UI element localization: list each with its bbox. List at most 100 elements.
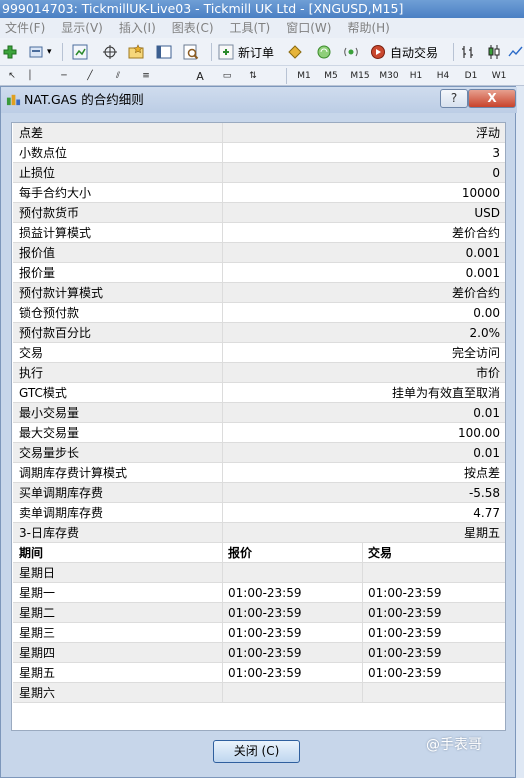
drawing-toolbar: ↖ │ ─ ╱ ⫽ ≡ A ▭ ⇅ M1 M5 M15 M30 H1 H4 D1… bbox=[0, 66, 524, 86]
spec-label: 交易 bbox=[19, 346, 44, 360]
column-divider bbox=[222, 263, 223, 283]
spec-row: 3-日库存费 星期五 bbox=[13, 523, 505, 543]
text-label-icon: ▭ bbox=[222, 71, 232, 81]
channel-tool[interactable]: ⫽ bbox=[112, 69, 124, 84]
session-row: 星期六 bbox=[13, 683, 505, 703]
spec-label: 预付款百分比 bbox=[19, 326, 92, 340]
trendline-tool[interactable]: ╱ bbox=[84, 69, 96, 84]
menu-insert[interactable]: 插入(I) bbox=[111, 18, 164, 38]
menu-tools[interactable]: 工具(T) bbox=[222, 18, 279, 38]
new-chart-icon bbox=[3, 45, 17, 59]
session-day: 星期二 bbox=[19, 606, 56, 620]
dialog-title-bar[interactable]: NAT.GAS 的合约细则 ? X bbox=[1, 87, 517, 113]
column-divider bbox=[222, 423, 223, 443]
fibonacci-tool[interactable]: ≡ bbox=[138, 69, 154, 84]
spec-row: 小数点位 3 bbox=[13, 143, 505, 163]
candlestick-button[interactable] bbox=[486, 42, 502, 62]
terminal-button[interactable] bbox=[156, 42, 172, 62]
spec-value: 0.01 bbox=[473, 446, 500, 460]
session-trade bbox=[368, 563, 503, 583]
session-row: 星期二 01:00-23:59 01:00-23:59 bbox=[13, 603, 505, 623]
session-header-row: 期间 报价 交易 bbox=[13, 543, 505, 563]
metaeditor-button[interactable] bbox=[287, 42, 303, 62]
column-divider bbox=[222, 623, 223, 643]
spec-label: 预付款计算模式 bbox=[19, 286, 104, 300]
timeframe-w1[interactable]: W1 bbox=[490, 69, 508, 84]
channel-icon: ⫽ bbox=[115, 71, 120, 81]
spec-value: 4.77 bbox=[473, 506, 500, 520]
spec-label: 买单调期库存费 bbox=[19, 486, 104, 500]
timeframe-h4[interactable]: H4 bbox=[435, 69, 451, 84]
spec-label: 小数点位 bbox=[19, 146, 68, 160]
spec-row: 点差 浮动 bbox=[13, 123, 505, 143]
timeframe-m30[interactable]: M30 bbox=[378, 69, 400, 84]
session-day: 星期六 bbox=[19, 686, 56, 700]
cursor-tool[interactable]: ↖ bbox=[6, 69, 18, 84]
profiles-dropdown[interactable]: ▾ bbox=[47, 42, 52, 62]
help-button[interactable]: ? bbox=[440, 89, 468, 108]
spec-row: 交易 完全访问 bbox=[13, 343, 505, 363]
spec-value: 差价合约 bbox=[451, 286, 500, 300]
timeframe-d1[interactable]: D1 bbox=[463, 69, 479, 84]
signals-button[interactable] bbox=[343, 42, 359, 62]
column-divider bbox=[222, 443, 223, 463]
community-button[interactable] bbox=[316, 42, 332, 62]
horizontal-line-tool[interactable]: ─ bbox=[58, 69, 70, 84]
column-divider bbox=[222, 523, 223, 543]
new-order-label: 新订单 bbox=[238, 45, 275, 60]
timeframe-m15[interactable]: M15 bbox=[349, 69, 371, 84]
menu-charts[interactable]: 图表(C) bbox=[164, 18, 222, 38]
bar-chart-button[interactable] bbox=[460, 42, 476, 62]
spec-label: 每手合约大小 bbox=[19, 186, 92, 200]
spec-label: 执行 bbox=[19, 366, 44, 380]
market-watch-button[interactable] bbox=[72, 42, 88, 62]
spec-value: 差价合约 bbox=[451, 226, 500, 240]
timeframe-m5[interactable]: M5 bbox=[322, 69, 340, 84]
vertical-line-tool[interactable]: │ bbox=[24, 69, 36, 84]
arrows-tool[interactable]: ⇅ bbox=[246, 69, 260, 84]
spec-label: 预付款货币 bbox=[19, 206, 80, 220]
text-label-tool[interactable]: ▭ bbox=[220, 69, 234, 84]
auto-trading-button[interactable]: 自动交易 bbox=[370, 42, 438, 62]
session-quote: 01:00-23:59 bbox=[228, 586, 302, 600]
spec-value: 0.001 bbox=[465, 266, 500, 280]
session-quote bbox=[228, 563, 363, 583]
spec-row: 报价值 0.001 bbox=[13, 243, 505, 263]
text-tool[interactable]: A bbox=[194, 69, 206, 84]
separator bbox=[453, 43, 454, 61]
close-window-button[interactable]: X bbox=[468, 89, 516, 108]
session-trade: 01:00-23:59 bbox=[368, 586, 442, 600]
watermark: @手表哥 bbox=[426, 737, 482, 753]
spec-label: 报价量 bbox=[19, 266, 56, 280]
spec-value: 3 bbox=[492, 146, 500, 160]
menu-help[interactable]: 帮助(H) bbox=[339, 18, 397, 38]
terminal-icon bbox=[156, 45, 172, 59]
column-divider bbox=[222, 683, 223, 703]
spec-row: 交易量步长 0.01 bbox=[13, 443, 505, 463]
horizontal-line-icon: ─ bbox=[61, 71, 67, 81]
timeframe-h1[interactable]: H1 bbox=[408, 69, 424, 84]
line-chart-button[interactable] bbox=[508, 42, 524, 62]
menu-window[interactable]: 窗口(W) bbox=[278, 18, 339, 38]
profiles-button[interactable] bbox=[28, 42, 44, 62]
crosshair-button[interactable] bbox=[102, 42, 118, 62]
timeframe-m1[interactable]: M1 bbox=[295, 69, 313, 84]
session-trade: 01:00-23:59 bbox=[368, 646, 442, 660]
strategy-tester-button[interactable] bbox=[183, 42, 199, 62]
column-divider bbox=[362, 623, 363, 643]
header-period: 期间 bbox=[19, 546, 44, 560]
navigator-button[interactable] bbox=[128, 42, 144, 62]
close-button[interactable]: 关闭 (C) bbox=[213, 740, 300, 763]
menu-file[interactable]: 文件(F) bbox=[0, 18, 53, 38]
new-chart-button[interactable] bbox=[2, 42, 18, 62]
spec-label: 损益计算模式 bbox=[19, 226, 92, 240]
diamond-icon bbox=[288, 45, 302, 59]
new-order-button[interactable]: 新订单 bbox=[218, 42, 274, 62]
spec-value: 10000 bbox=[461, 186, 500, 200]
column-divider bbox=[222, 463, 223, 483]
session-day: 星期一 bbox=[19, 586, 56, 600]
menu-view[interactable]: 显示(V) bbox=[53, 18, 111, 38]
spec-label: 3-日库存费 bbox=[19, 526, 79, 540]
spec-row: 预付款百分比 2.0% bbox=[13, 323, 505, 343]
separator bbox=[62, 43, 63, 61]
